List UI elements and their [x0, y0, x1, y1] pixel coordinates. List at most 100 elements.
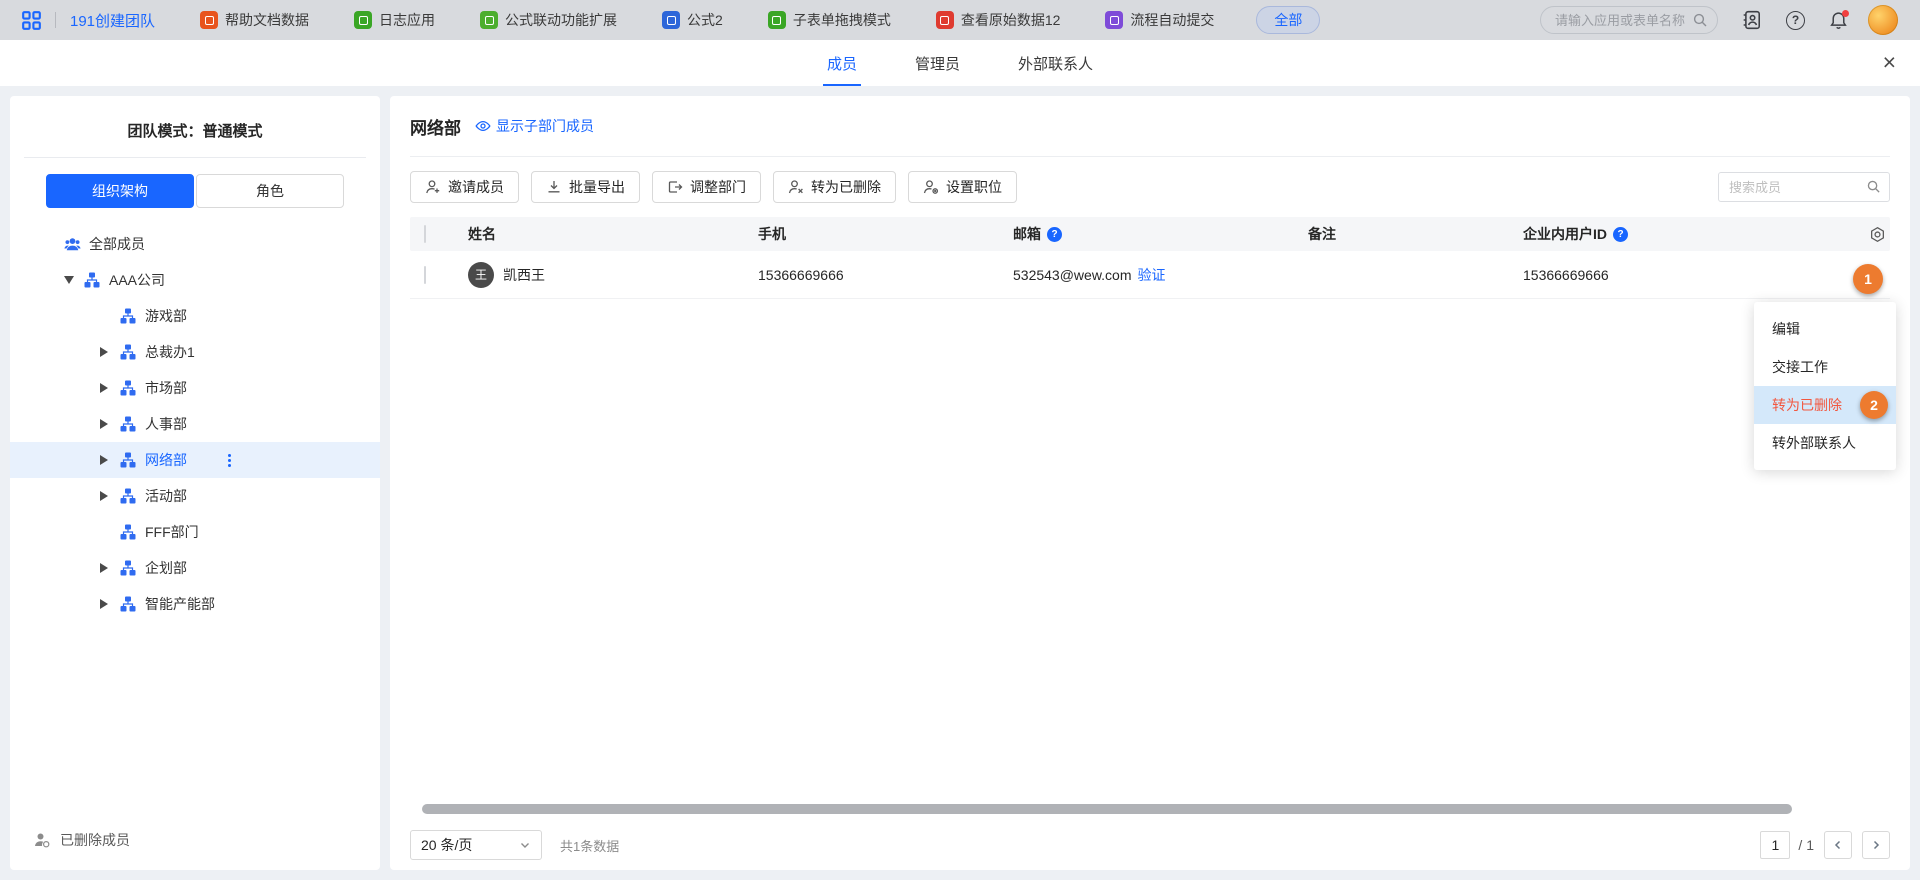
- row-checkbox[interactable]: [424, 266, 426, 284]
- button-label: 转为已删除: [811, 177, 881, 197]
- collapse-caret-icon[interactable]: [64, 276, 74, 284]
- sidebar-item-activity-dept[interactable]: 活动部: [10, 478, 380, 514]
- sidebar-item-smart-capacity-dept[interactable]: 智能产能部: [10, 586, 380, 622]
- expand-caret-icon[interactable]: [100, 563, 108, 573]
- app-tab[interactable]: 子表单拖拽模式: [768, 10, 891, 30]
- expand-caret-icon[interactable]: [100, 419, 108, 429]
- column-name: 姓名: [468, 224, 758, 244]
- app-tab[interactable]: 公式联动功能扩展: [480, 10, 617, 30]
- column-user-id: 企业内用户ID: [1523, 224, 1607, 244]
- app-grid-icon[interactable]: [22, 11, 41, 30]
- horizontal-scrollbar-thumb[interactable]: [422, 804, 1792, 814]
- deleted-members-link[interactable]: 已删除成员: [10, 830, 380, 870]
- member-search-input[interactable]: [1718, 172, 1890, 202]
- menu-item-label: 转外部联系人: [1772, 433, 1856, 453]
- member-row[interactable]: 王 凯西王 15366669666 532543@wew.com 验证 1536…: [410, 251, 1890, 299]
- divider: [55, 12, 56, 28]
- sidebar-item-hr-dept[interactable]: 人事部: [10, 406, 380, 442]
- tree-item-label: 智能产能部: [145, 594, 215, 614]
- app-tab[interactable]: 日志应用: [354, 10, 435, 30]
- set-position-button[interactable]: 设置职位: [908, 171, 1017, 203]
- department-icon: [120, 452, 136, 468]
- app-tab-label: 公式2: [687, 10, 723, 30]
- table-header: 姓名 手机 邮箱? 备注 企业内用户ID?: [410, 217, 1890, 251]
- tree-item-label: 活动部: [145, 486, 187, 506]
- app-tab[interactable]: 公式2: [662, 10, 723, 30]
- more-actions-icon[interactable]: [225, 451, 234, 470]
- column-phone: 手机: [758, 224, 1013, 244]
- all-apps-pill[interactable]: 全部: [1256, 6, 1320, 34]
- expand-caret-icon[interactable]: [100, 347, 108, 357]
- total-count-label: 共1条数据: [560, 836, 619, 855]
- member-tabbar: 成员 管理员 外部联系人 ×: [0, 40, 1920, 86]
- sidebar-item-fff-dept[interactable]: FFF部门: [10, 514, 380, 550]
- show-subdept-members-link[interactable]: 显示子部门成员: [475, 116, 594, 136]
- email-help-icon[interactable]: ?: [1047, 227, 1062, 242]
- expand-caret-icon[interactable]: [100, 383, 108, 393]
- page-size-select[interactable]: 20 条/页: [410, 830, 542, 860]
- help-icon[interactable]: ?: [1786, 11, 1805, 30]
- expand-caret-icon[interactable]: [100, 455, 108, 465]
- roles-button[interactable]: 角色: [196, 174, 344, 208]
- notification-bell-icon[interactable]: [1829, 11, 1848, 30]
- app-tab[interactable]: 查看原始数据12: [936, 10, 1061, 30]
- app-tab-label: 帮助文档数据: [225, 10, 309, 30]
- app-tab-label: 流程自动提交: [1130, 10, 1214, 30]
- page-number-input[interactable]: [1760, 831, 1790, 859]
- app-icon: [936, 11, 954, 29]
- menu-item-edit[interactable]: 编辑: [1754, 310, 1896, 348]
- tree-item-label: 游戏部: [145, 306, 187, 326]
- user-id-help-icon[interactable]: ?: [1613, 227, 1628, 242]
- prev-page-button[interactable]: [1824, 831, 1852, 859]
- top-app-bar: 191创建团队 帮助文档数据 日志应用 公式联动功能扩展 公式2 子表单拖拽模式…: [0, 0, 1920, 40]
- annotation-badge-1: 1: [1853, 264, 1883, 294]
- department-icon: [120, 416, 136, 432]
- app-tab[interactable]: 流程自动提交: [1105, 10, 1214, 30]
- column-email: 邮箱: [1013, 224, 1041, 244]
- app-tab-label: 查看原始数据12: [961, 10, 1061, 30]
- search-icon: [1692, 12, 1708, 28]
- expand-caret-icon[interactable]: [100, 491, 108, 501]
- menu-item-handover-work[interactable]: 交接工作: [1754, 348, 1896, 386]
- app-tabs: 帮助文档数据 日志应用 公式联动功能扩展 公式2 子表单拖拽模式 查看原始数据1…: [200, 10, 1214, 30]
- adjust-department-button[interactable]: 调整部门: [652, 171, 761, 203]
- department-icon: [120, 524, 136, 540]
- org-sidebar: 团队模式：普通模式 组织架构 角色 全部成员 AAA公司 游戏部: [10, 96, 380, 870]
- tab-external-contacts[interactable]: 外部联系人: [1018, 40, 1093, 86]
- next-page-button[interactable]: [1862, 831, 1890, 859]
- tab-admins[interactable]: 管理员: [915, 40, 960, 86]
- workspace-title[interactable]: 191创建团队: [70, 10, 155, 31]
- column-settings-icon[interactable]: [1854, 226, 1890, 243]
- sidebar-item-planning-dept[interactable]: 企划部: [10, 550, 380, 586]
- sidebar-item-aaa-company[interactable]: AAA公司: [10, 262, 380, 298]
- sidebar-item-market-dept[interactable]: 市场部: [10, 370, 380, 406]
- member-email: 532543@wew.com: [1013, 267, 1132, 283]
- deleted-members-label: 已删除成员: [60, 830, 130, 850]
- org-structure-button[interactable]: 组织架构: [46, 174, 194, 208]
- menu-item-label: 编辑: [1772, 319, 1800, 339]
- horizontal-scrollbar: [422, 804, 1890, 814]
- member-search: [1718, 172, 1890, 202]
- sidebar-item-game-dept[interactable]: 游戏部: [10, 298, 380, 334]
- sidebar-item-network-dept[interactable]: 网络部: [10, 442, 380, 478]
- menu-item-move-to-deleted[interactable]: 转为已删除 2: [1754, 386, 1896, 424]
- contacts-icon[interactable]: [1742, 10, 1762, 30]
- row-context-menu: 编辑 交接工作 转为已删除 2 转外部联系人: [1754, 302, 1896, 470]
- menu-item-label: 交接工作: [1772, 357, 1828, 377]
- user-avatar[interactable]: [1868, 5, 1898, 35]
- verify-email-link[interactable]: 验证: [1138, 265, 1166, 285]
- select-all-checkbox[interactable]: [424, 225, 426, 243]
- expand-caret-icon[interactable]: [100, 599, 108, 609]
- move-to-deleted-button[interactable]: 转为已删除: [773, 171, 896, 203]
- divider: [24, 157, 366, 158]
- sidebar-item-president-office[interactable]: 总裁办1: [10, 334, 380, 370]
- app-tab[interactable]: 帮助文档数据: [200, 10, 309, 30]
- menu-item-to-external-contact[interactable]: 转外部联系人: [1754, 424, 1896, 462]
- app-icon: [480, 11, 498, 29]
- sidebar-item-all-members[interactable]: 全部成员: [10, 226, 380, 262]
- close-icon[interactable]: ×: [1883, 51, 1896, 74]
- button-label: 调整部门: [690, 177, 746, 197]
- invite-member-button[interactable]: 邀请成员: [410, 171, 519, 203]
- batch-export-button[interactable]: 批量导出: [531, 171, 640, 203]
- tab-members[interactable]: 成员: [827, 40, 857, 86]
